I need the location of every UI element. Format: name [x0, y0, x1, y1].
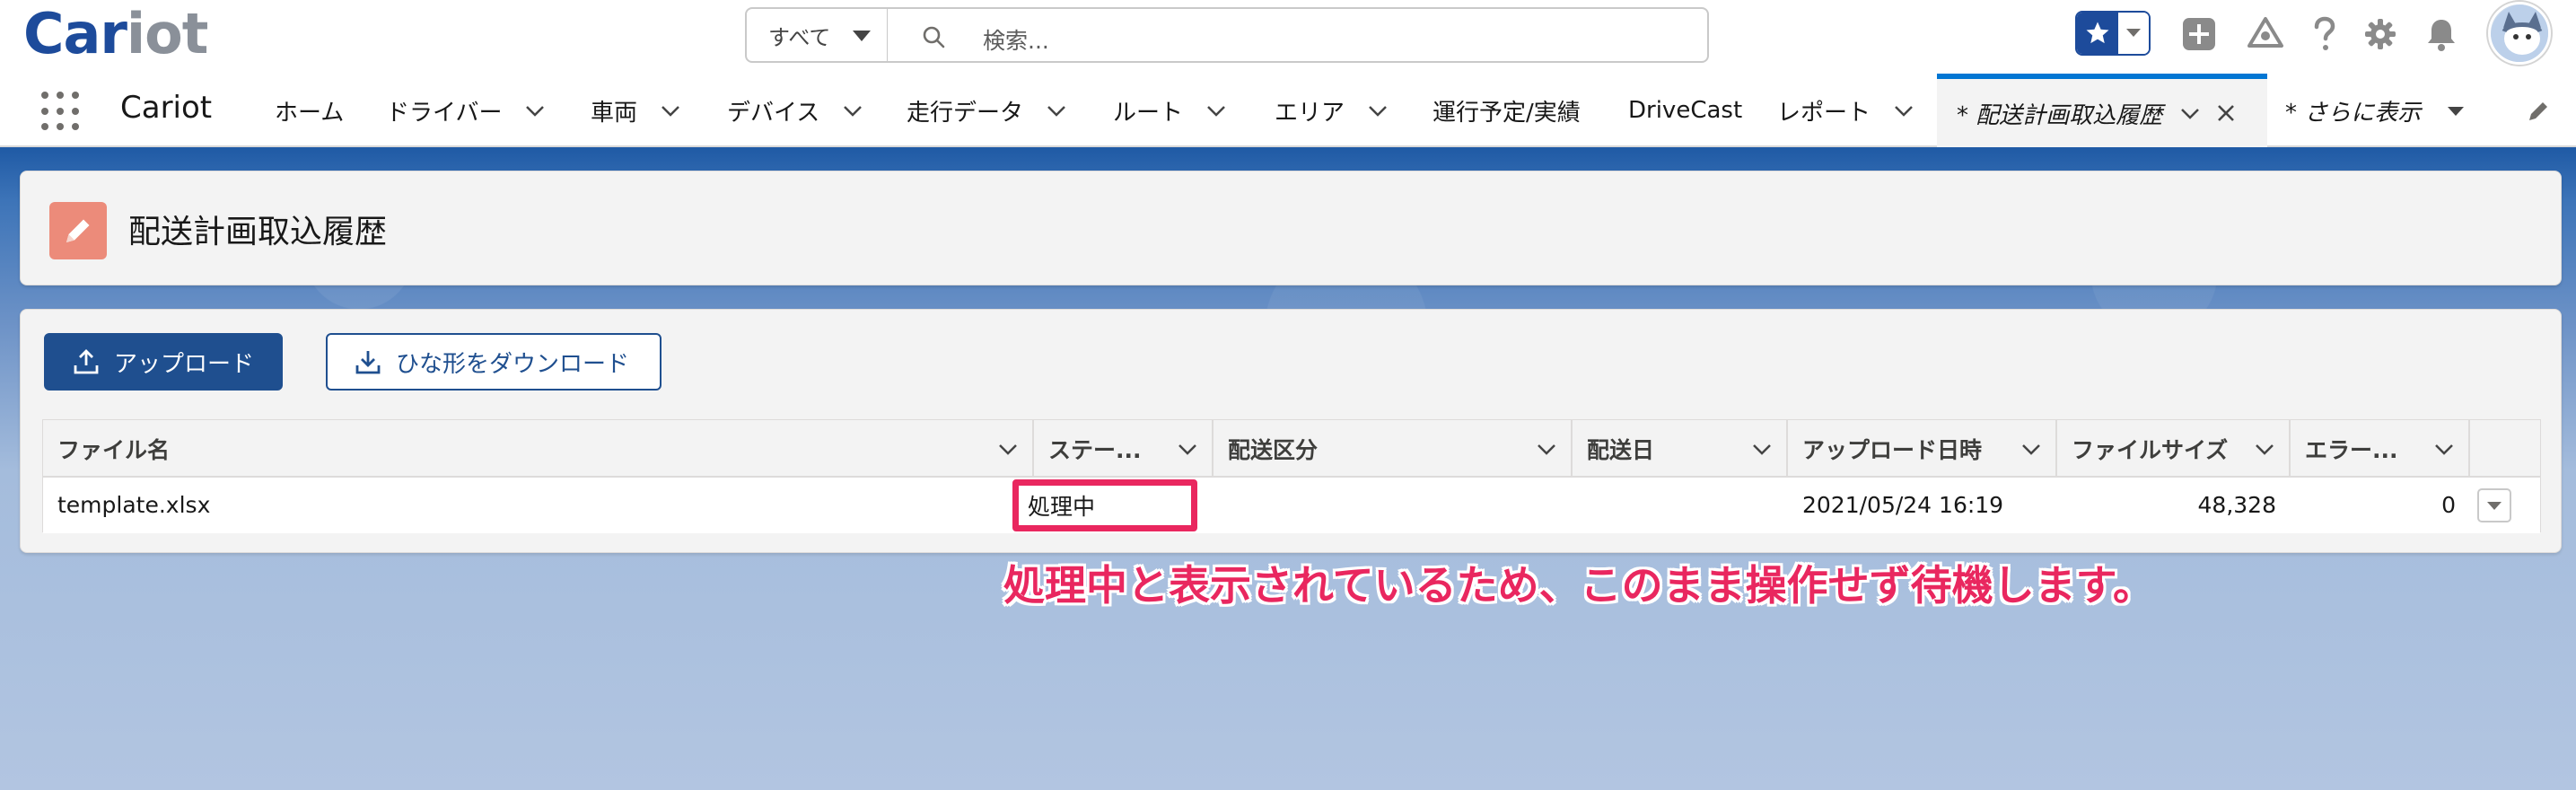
tab-delivery-import-history[interactable]: * 配送計画取込履歴 [1937, 74, 2267, 147]
chevron-down-icon[interactable] [1205, 99, 1228, 122]
chevron-down-icon[interactable] [1366, 99, 1389, 122]
chevron-down-icon[interactable] [2020, 437, 2043, 461]
chevron-down-icon[interactable] [523, 99, 547, 122]
cell-file-size: 48,328 [2197, 491, 2276, 518]
global-header: Cariot すべて 検索... [0, 0, 2576, 74]
nav-item-drivecast[interactable]: DriveCast [1628, 74, 1742, 147]
setup-gear-icon[interactable] [2361, 14, 2400, 54]
search-placeholder: 検索... [983, 28, 1049, 54]
chevron-down-icon[interactable] [1535, 437, 1558, 461]
nav-item-drivers[interactable]: ドライバー [386, 74, 547, 147]
caret-down-icon [2487, 501, 2502, 510]
notifications-bell-icon[interactable] [2422, 14, 2461, 54]
search-scope-select[interactable]: すべて [745, 7, 889, 63]
trailhead-icon[interactable] [2246, 14, 2285, 54]
app-name: Cariot [120, 90, 213, 126]
chevron-down-icon[interactable] [2432, 437, 2456, 461]
cell-errors: 0 [2441, 491, 2456, 518]
nav-item-devices[interactable]: デバイス [727, 74, 864, 147]
nav-item-home[interactable]: ホーム [275, 74, 344, 147]
nav-item-reports[interactable]: レポート [1777, 74, 1915, 147]
upload-button[interactable]: アップロード [44, 333, 283, 391]
column-header-uploaded-at[interactable]: アップロード日時 [1788, 420, 2057, 478]
edit-nav-pencil-icon[interactable] [2526, 99, 2551, 124]
cell-delivery-type [1214, 478, 1573, 531]
import-history-table: ファイル名 ステー... 配送区分 配送日 アップロード日時 ファイルサイズ エ… [42, 419, 2541, 533]
chevron-down-icon[interactable] [996, 437, 1020, 461]
nav-item-areas[interactable]: エリア [1275, 74, 1389, 147]
close-icon[interactable] [2214, 101, 2238, 125]
avatar[interactable] [2488, 2, 2551, 65]
column-header-delivery-type[interactable]: 配送区分 [1214, 420, 1573, 478]
instruction-annotation: 処理中と表示されているため、このまま操作せず待機します。 [1003, 561, 2155, 610]
chevron-down-icon[interactable] [2253, 437, 2276, 461]
chevron-down-icon[interactable] [2178, 101, 2202, 125]
column-header-file-name[interactable]: ファイル名 [43, 420, 1034, 478]
column-header-file-size[interactable]: ファイルサイズ [2057, 420, 2291, 478]
caret-down-icon [853, 31, 871, 41]
help-icon[interactable] [2305, 14, 2344, 54]
cell-status: 処理中 [1028, 494, 1096, 520]
star-icon [2077, 13, 2118, 54]
search-icon [923, 26, 945, 48]
chevron-down-icon[interactable] [659, 99, 682, 122]
nav-item-vehicles[interactable]: 車両 [591, 74, 682, 147]
nav-item-operation-plan[interactable]: 運行予定/実績 [1433, 74, 1581, 147]
caret-down-icon[interactable] [2444, 99, 2467, 122]
nav-item-routes[interactable]: ルート [1113, 74, 1228, 147]
table-row[interactable]: template.xlsx 処理中 2021/05/24 16:19 48,32… [43, 478, 2540, 533]
chevron-down-icon[interactable] [2118, 13, 2149, 54]
nav-more-menu[interactable]: * さらに表示 [2285, 74, 2467, 147]
download-icon [355, 351, 381, 374]
global-search-input[interactable]: 検索... [887, 7, 1709, 63]
favorites-button[interactable] [2075, 11, 2151, 56]
nav-item-driving-data[interactable]: 走行データ [907, 74, 1068, 147]
edit-pencil-icon [49, 202, 107, 259]
cell-delivery-date [1573, 478, 1788, 531]
import-history-card: アップロード ひな形をダウンロード ファイル名 ステー... 配送区分 配送日 [20, 309, 2562, 553]
chevron-down-icon[interactable] [1045, 99, 1068, 122]
page-title: 配送計画取込履歴 [128, 214, 388, 250]
page-header: 配送計画取込履歴 [20, 171, 2562, 285]
column-header-delivery-date[interactable]: 配送日 [1573, 420, 1788, 478]
status-cell-highlight: 処理中 [1012, 479, 1197, 531]
cell-file-name: template.xlsx [57, 491, 211, 518]
add-icon[interactable] [2179, 14, 2219, 54]
chevron-down-icon[interactable] [1750, 437, 1774, 461]
column-header-status[interactable]: ステー... [1034, 420, 1214, 478]
cell-uploaded-at: 2021/05/24 16:19 [1802, 491, 2004, 518]
upload-icon [74, 349, 99, 374]
chevron-down-icon[interactable] [1892, 99, 1915, 122]
app-launcher-icon[interactable] [41, 92, 81, 131]
column-header-errors[interactable]: エラー... [2291, 420, 2470, 478]
app-navigation-bar: Cariot ホーム ドライバー 車両 デバイス 走行データ ルート エリア 運… [0, 74, 2576, 147]
template-download-button[interactable]: ひな形をダウンロード [326, 333, 662, 391]
table-header: ファイル名 ステー... 配送区分 配送日 アップロード日時 ファイルサイズ エ… [43, 420, 2540, 478]
row-action-menu-button[interactable] [2477, 488, 2511, 522]
chevron-down-icon[interactable] [1176, 437, 1199, 461]
app-logo[interactable]: Cariot [23, 2, 208, 66]
chevron-down-icon[interactable] [841, 99, 864, 122]
